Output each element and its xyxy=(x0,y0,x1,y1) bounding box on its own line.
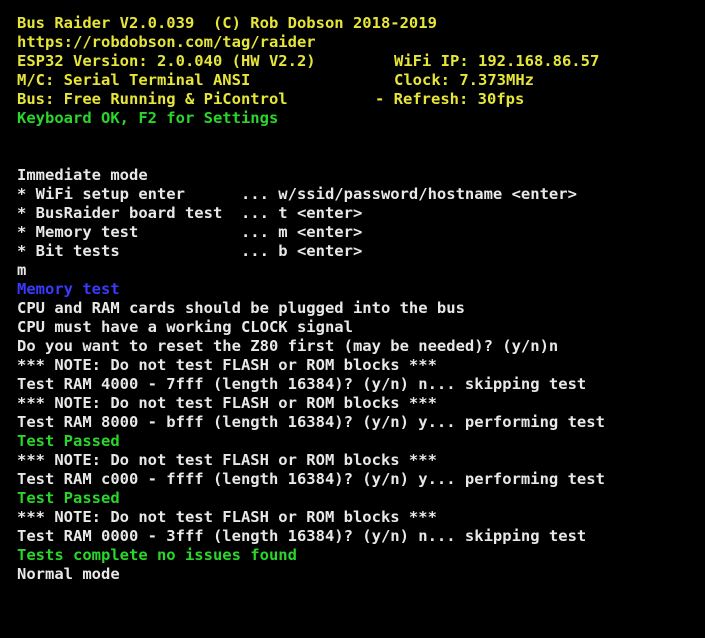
section-heading: Memory test xyxy=(17,280,120,298)
log-line: Do you want to reset the Z80 first (may … xyxy=(17,337,559,355)
log-line: *** NOTE: Do not test FLASH or ROM block… xyxy=(17,394,437,412)
user-input-echo: m xyxy=(17,261,27,279)
menu-item-wifi: * WiFi setup enter ... w/ssid/password/h… xyxy=(17,185,577,203)
header-url: https://robdobson.com/tag/raider xyxy=(17,33,316,51)
terminal-screen[interactable]: Bus Raider V2.0.039 (C) Rob Dobson 2018-… xyxy=(0,0,705,638)
menu-item-memory-test: * Memory test ... m <enter> xyxy=(17,223,363,241)
header-refresh: - Refresh: 30fps xyxy=(375,90,525,108)
menu-item-bit-tests: * Bit tests ... b <enter> xyxy=(17,242,363,260)
log-line: *** NOTE: Do not test FLASH or ROM block… xyxy=(17,356,437,374)
log-line: CPU must have a working CLOCK signal xyxy=(17,318,353,336)
log-line-success: Test Passed xyxy=(17,432,120,450)
menu-item-board-test: * BusRaider board test ... t <enter> xyxy=(17,204,363,222)
log-line: Test RAM 0000 - 3fff (length 16384)? (y/… xyxy=(17,527,587,545)
mode-status: Normal mode xyxy=(17,565,120,583)
mode-label: Immediate mode xyxy=(17,166,148,184)
log-line-success: Test Passed xyxy=(17,489,120,507)
log-line: *** NOTE: Do not test FLASH or ROM block… xyxy=(17,451,437,469)
header-clock: Clock: 7.373MHz xyxy=(394,71,534,89)
log-line-success: Tests complete no issues found xyxy=(17,546,297,564)
log-line: CPU and RAM cards should be plugged into… xyxy=(17,299,465,317)
log-line: Test RAM c000 - ffff (length 16384)? (y/… xyxy=(17,470,605,488)
log-line: Test RAM 4000 - 7fff (length 16384)? (y/… xyxy=(17,375,587,393)
header-machine: M/C: Serial Terminal ANSI xyxy=(17,71,251,89)
log-line: Test RAM 8000 - bfff (length 16384)? (y/… xyxy=(17,413,605,431)
log-line: *** NOTE: Do not test FLASH or ROM block… xyxy=(17,508,437,526)
header-esp32-version: ESP32 Version: 2.0.040 (HW V2.2) xyxy=(17,52,316,70)
header-bus: Bus: Free Running & PiControl xyxy=(17,90,288,108)
header-keyboard-status: Keyboard OK, F2 for Settings xyxy=(17,109,279,127)
header-wifi-ip: WiFi IP: 192.168.86.57 xyxy=(394,52,600,70)
header-title: Bus Raider V2.0.039 (C) Rob Dobson 2018-… xyxy=(17,14,437,32)
